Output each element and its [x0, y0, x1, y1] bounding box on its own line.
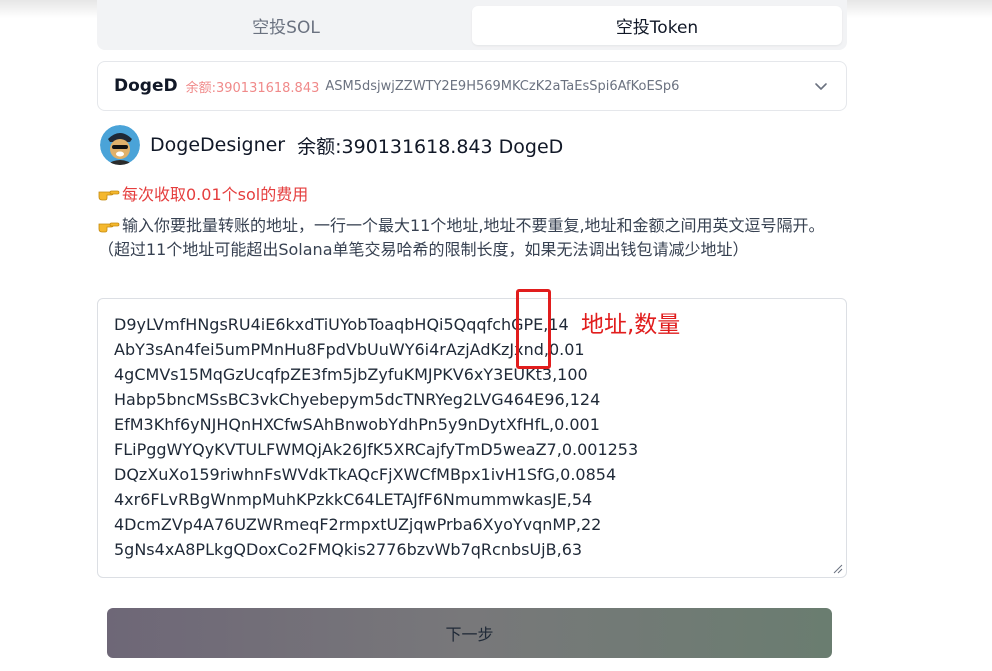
next-step-button[interactable]: 下一步 [107, 608, 832, 658]
profile-name: DogeDesigner [150, 134, 286, 156]
fee-notice: 每次收取0.01个sol的费用 [98, 181, 308, 205]
doge-avatar [100, 125, 140, 165]
fee-notice-text: 每次收取0.01个sol的费用 [122, 185, 309, 204]
recipient-line: 5gNs4xA8PLkgQDoxCo2FMQkis2776bzvWb7qRcnb… [114, 540, 583, 559]
recipient-line: Habp5bncMSsBC3vkChyebepym5dcTNRYeg2LVG46… [114, 390, 601, 409]
recipients-textarea[interactable]: D9yLVmfHNgsRU4iE6kxdTiUYobToaqbHQi5Qqqfc… [97, 298, 847, 578]
token-name: DogeD [114, 76, 178, 96]
recipient-line: AbY3sAn4fei5umPMnHu8FpdVbUuWY6i4rAzjAdKz… [114, 340, 585, 359]
tab-airdrop-token[interactable]: 空投Token [472, 6, 842, 45]
pointing-hand-icon [98, 190, 120, 201]
recipient-line: FLiPggWYQyKVTULFWMQjAk26JfK5XRCajfyTmD5w… [114, 440, 639, 459]
token-address: ASM5dsjwjZZWTY2E9H569MKCzK2aTaEsSpi6AfKo… [325, 78, 680, 94]
token-select[interactable]: DogeD 余额:390131618.843 ASM5dsjwjZZWTY2E9… [97, 61, 847, 111]
wallet-profile: DogeDesigner 余额:390131618.843 DogeD [100, 125, 563, 165]
recipient-line: DQzXuXo159riwhnFsWVdkTkAQcFjXWCfMBpx1ivH… [114, 465, 617, 484]
annotation-label: 地址,数量 [581, 312, 681, 338]
chevron-down-icon[interactable] [814, 79, 828, 93]
input-hint-text: 输入你要批量转账的地址，一行一个最大11个地址,地址不要重复,地址和金额之间用英… [98, 216, 825, 259]
recipient-line: 4DcmZVp4A76UZWRmeqF2rmpxtUZjqwPrba6XyoYv… [114, 515, 602, 534]
tab-airdrop-sol[interactable]: 空投SOL [101, 6, 471, 45]
recipient-line: 4xr6FLvRBgWnmpMuhKPzkkC64LETAJfF6Nmummwk… [114, 490, 593, 509]
airdrop-tabs: 空投SOL 空投Token [97, 0, 847, 50]
input-hint: 输入你要批量转账的地址，一行一个最大11个地址,地址不要重复,地址和金额之间用英… [98, 214, 833, 262]
pointing-hand-icon [98, 222, 120, 233]
token-balance: 余额:390131618.843 [185, 80, 320, 96]
separator-highlight-box [516, 289, 551, 369]
recipient-line: D9yLVmfHNgsRU4iE6kxdTiUYobToaqbHQi5Qqqfc… [114, 315, 569, 334]
recipient-line: 4gCMVs15MqGzUcqfpZE3fm5jbZyfuKMJPKV6xY3E… [114, 365, 588, 384]
profile-balance: 余额:390131618.843 DogeD [297, 135, 564, 158]
recipient-line: EfM3Khf6yNJHQnHXCfwSAhBnwobYdhPn5y9nDytX… [114, 415, 600, 434]
resize-handle-icon[interactable] [833, 564, 843, 574]
